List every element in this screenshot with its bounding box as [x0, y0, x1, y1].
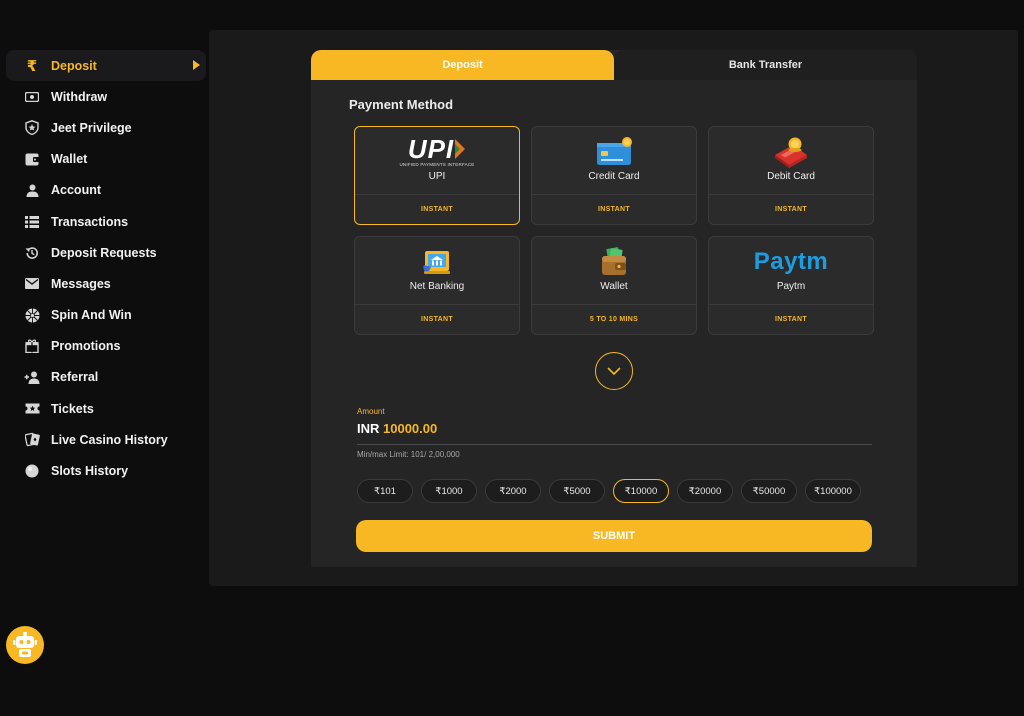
payment-method-credit-card[interactable]: Credit Card INSTANT: [531, 126, 697, 225]
payment-method-name: Wallet: [600, 281, 628, 292]
amount-chip-100000[interactable]: ₹100000: [805, 479, 861, 503]
amount-chip-101[interactable]: ₹101: [357, 479, 413, 503]
amount-limit-text: Min/max Limit: 101/ 2,00,000: [357, 450, 460, 459]
cards-icon: [24, 432, 40, 448]
sidebar-item-withdraw[interactable]: Withdraw: [6, 81, 206, 112]
rupee-icon: ₹: [26, 57, 38, 75]
person-icon: [24, 182, 40, 198]
amount-underline: [357, 444, 872, 445]
sidebar-item-deposit[interactable]: ₹ Deposit: [6, 50, 206, 82]
sidebar-item-tickets[interactable]: Tickets: [6, 393, 206, 424]
payment-method-speed: INSTANT: [355, 304, 519, 334]
sidebar-item-label: Live Casino History: [51, 432, 168, 447]
payment-method-wallet[interactable]: Wallet 5 TO 10 MINS: [531, 236, 697, 335]
support-bot-button[interactable]: [6, 626, 44, 664]
sidebar-item-messages[interactable]: Messages: [6, 268, 206, 299]
payment-method-speed: INSTANT: [532, 194, 696, 224]
amount-chip-20000[interactable]: ₹20000: [677, 479, 733, 503]
show-more-methods-button[interactable]: [595, 352, 633, 390]
payment-method-name: UPI: [428, 171, 446, 182]
sidebar-item-label: Deposit Requests: [51, 245, 157, 260]
wallet-icon: [24, 151, 40, 167]
sidebar-item-label: Slots History: [51, 464, 129, 479]
list-icon: [24, 214, 40, 230]
sidebar: ₹ Deposit Withdraw Jeet Privilege Wallet…: [6, 50, 206, 487]
payment-method-name: Debit Card: [767, 171, 815, 182]
upi-logo: UPI UNIFIED PAYMENTS INTERFACE: [355, 135, 519, 169]
sidebar-item-label: Transactions: [51, 214, 129, 229]
add-person-icon: [24, 369, 40, 385]
payment-method-name: Credit Card: [588, 171, 640, 182]
amount-label: Amount: [357, 407, 385, 416]
sidebar-item-deposit-requests[interactable]: Deposit Requests: [6, 237, 206, 268]
upi-arrow-icon: [455, 139, 466, 159]
ticket-icon: [24, 401, 40, 417]
payment-method-paytm[interactable]: Paytm Paytm INSTANT: [708, 236, 874, 335]
gift-icon: [24, 338, 40, 354]
payment-method-speed: INSTANT: [355, 194, 519, 224]
sidebar-item-spin-and-win[interactable]: Spin And Win: [6, 300, 206, 331]
amount-chip-5000[interactable]: ₹5000: [549, 479, 605, 503]
sidebar-item-label: Account: [51, 183, 101, 198]
payment-method-net-banking[interactable]: Net Banking INSTANT: [354, 236, 520, 335]
net-banking-icon: [355, 245, 519, 279]
payment-method-title: Payment Method: [349, 97, 454, 112]
amount-input[interactable]: INR 10000.00: [357, 421, 437, 436]
mail-icon: [24, 276, 40, 292]
payment-method-name: Net Banking: [409, 281, 465, 292]
sidebar-item-label: Spin And Win: [51, 308, 132, 323]
amount-chip-1000[interactable]: ₹1000: [421, 479, 477, 503]
sidebar-item-label: Messages: [51, 276, 111, 291]
sidebar-item-wallet[interactable]: Wallet: [6, 144, 206, 175]
chevron-down-icon: [607, 367, 621, 375]
spin-icon: [24, 307, 40, 323]
amount-value: 10000.00: [383, 421, 438, 436]
deposit-card: Deposit Bank Transfer Payment Method UPI…: [311, 50, 917, 567]
sidebar-item-slots-history[interactable]: Slots History: [6, 455, 206, 486]
amount-currency: INR: [357, 421, 380, 436]
sidebar-item-jeet-privilege[interactable]: Jeet Privilege: [6, 112, 206, 143]
paytm-logo: Paytm: [709, 245, 873, 279]
sidebar-item-label: Deposit: [51, 58, 97, 73]
sidebar-item-live-casino-history[interactable]: Live Casino History: [6, 424, 206, 455]
wallet-method-icon: [532, 245, 696, 279]
tab-bank-transfer[interactable]: Bank Transfer: [614, 50, 917, 80]
credit-card-icon: [532, 135, 696, 169]
payment-method-name: Paytm: [776, 281, 806, 292]
sidebar-item-transactions[interactable]: Transactions: [6, 206, 206, 237]
tab-bar: Deposit Bank Transfer: [311, 50, 917, 80]
submit-button[interactable]: SUBMIT: [356, 520, 872, 552]
tab-deposit[interactable]: Deposit: [311, 50, 614, 80]
amount-chip-2000[interactable]: ₹2000: [485, 479, 541, 503]
payment-method-upi[interactable]: UPI UNIFIED PAYMENTS INTERFACE UPI INSTA…: [354, 126, 520, 225]
payment-method-grid: UPI UNIFIED PAYMENTS INTERFACE UPI INSTA…: [354, 126, 874, 335]
robot-icon: [13, 632, 37, 657]
payment-method-speed: INSTANT: [709, 194, 873, 224]
cash-icon: [24, 89, 40, 105]
sidebar-item-label: Withdraw: [51, 89, 108, 104]
debit-card-icon: [709, 135, 873, 169]
sidebar-item-promotions[interactable]: Promotions: [6, 331, 206, 362]
sidebar-item-referral[interactable]: Referral: [6, 362, 206, 393]
paytm-logo-text: Paytm: [753, 248, 829, 275]
sidebar-item-label: Jeet Privilege: [51, 120, 132, 135]
payment-method-speed: INSTANT: [709, 304, 873, 334]
sidebar-item-label: Promotions: [51, 339, 121, 354]
shield-icon: [24, 120, 40, 136]
upi-logo-text: UPI: [407, 134, 455, 164]
payment-method-debit-card[interactable]: Debit Card INSTANT: [708, 126, 874, 225]
sidebar-item-label: Tickets: [51, 401, 94, 416]
sidebar-item-label: Wallet: [51, 152, 88, 167]
sidebar-item-label: Referral: [51, 370, 99, 385]
history-icon: [24, 245, 40, 261]
amount-chip-10000[interactable]: ₹10000: [613, 479, 669, 503]
amount-chip-50000[interactable]: ₹50000: [741, 479, 797, 503]
sidebar-item-account[interactable]: Account: [6, 175, 206, 206]
upi-tagline: UNIFIED PAYMENTS INTERFACE: [399, 162, 475, 167]
quick-amount-chips: ₹101 ₹1000 ₹2000 ₹5000 ₹10000 ₹20000 ₹50…: [357, 479, 861, 503]
caret-right-icon: [193, 60, 200, 70]
slots-icon: [24, 463, 40, 479]
payment-method-speed: 5 TO 10 MINS: [532, 304, 696, 334]
